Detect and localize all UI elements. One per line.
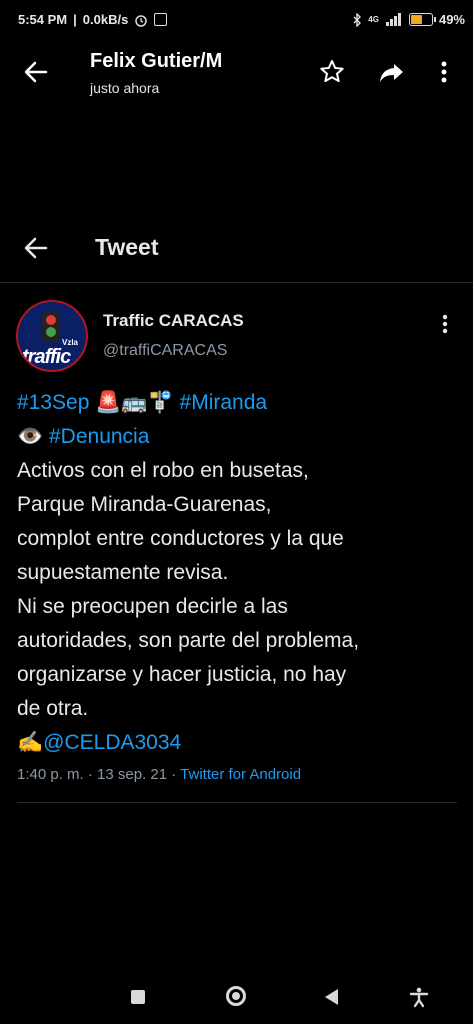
tweet-text-line: de otra. <box>17 697 89 720</box>
hashtag-link[interactable]: #Denuncia <box>49 425 149 448</box>
back-arrow-icon[interactable] <box>22 58 50 86</box>
tweet-text-line: supuestamente revisa. <box>17 561 229 584</box>
tweet-text-line: organizarse y hacer justicia, no hay <box>17 663 347 686</box>
divider <box>17 802 457 803</box>
tweet-text-line: Parque Miranda-Guarenas, <box>17 493 272 516</box>
writing-hand-emoji: ✍️ <box>17 731 44 755</box>
avatar-logo-text: traffic <box>22 346 71 368</box>
tweet-text: #13Sep 🚨🚌🚏 #Miranda 👁️ #Denuncia Activos… <box>17 386 462 760</box>
home-icon[interactable] <box>226 986 246 1006</box>
tweet-line-signature: ✍️@CELDA3034 <box>17 726 462 760</box>
status-time: 5:54 PM <box>18 12 68 27</box>
author-handle[interactable]: @traffiCARACAS <box>103 342 227 360</box>
sender-name: Felix Gutier/M <box>90 50 223 72</box>
tweet-line-hashtags: #13Sep 🚨🚌🚏 #Miranda <box>17 386 462 420</box>
network-type: 4G <box>368 15 379 24</box>
mention-link[interactable]: @CELDA3034 <box>43 731 181 754</box>
emoji-group: 🚨🚌🚏 <box>95 391 174 415</box>
red-light <box>46 315 56 325</box>
tweet-text-line: Ni se preocupen decirle a las <box>17 595 288 618</box>
tweet-source-link[interactable]: Twitter for Android <box>180 766 301 783</box>
tweet-meta: 1:40 p. m. · 13 sep. 21 · Twitter for An… <box>17 766 301 783</box>
accessibility-icon[interactable] <box>408 986 430 1008</box>
share-icon[interactable] <box>378 58 406 86</box>
avatar[interactable]: Vzla traffic <box>16 300 88 372</box>
status-separator: | <box>73 12 77 27</box>
star-icon[interactable] <box>318 58 346 86</box>
status-speed: 0.0kB/s <box>82 12 129 27</box>
back-arrow-icon[interactable] <box>22 234 50 262</box>
alarm-icon <box>135 14 148 27</box>
tweet-timestamp: 1:40 p. m. · 13 sep. 21 · <box>17 766 181 783</box>
app-top-bar: Felix Gutier/M justo ahora <box>0 44 473 104</box>
signal-icon <box>385 13 401 26</box>
message-time: justo ahora <box>90 80 160 96</box>
battery-percent: 49% <box>438 12 465 27</box>
hashtag-link[interactable]: #Miranda <box>180 391 268 414</box>
tweet-title: Tweet <box>95 234 159 260</box>
author-name[interactable]: Traffic CARACAS <box>103 311 244 331</box>
battery-icon <box>408 13 436 26</box>
more-options-icon[interactable] <box>432 58 456 86</box>
tweet-text-line: complot entre conductores y la que <box>17 527 344 550</box>
green-light <box>46 327 56 337</box>
tweet-text-line: Activos con el robo en busetas, <box>17 459 309 482</box>
bluetooth-icon <box>353 12 362 27</box>
status-bar: 5:54 PM | 0.0kB/s 4G 49% <box>0 0 473 44</box>
back-nav-icon[interactable] <box>325 989 338 1005</box>
recents-icon[interactable] <box>131 990 145 1004</box>
tweet-header: Tweet <box>0 220 473 283</box>
notification-icon <box>154 13 168 26</box>
tweet-more-icon[interactable] <box>434 312 456 336</box>
tweet-text-line: autoridades, son parte del problema, <box>17 629 360 652</box>
system-nav-bar <box>0 964 473 1024</box>
hashtag-link[interactable]: #13Sep <box>17 391 89 414</box>
eye-emoji: 👁️ <box>17 425 44 449</box>
tweet-line-denuncia: 👁️ #Denuncia <box>17 420 462 454</box>
